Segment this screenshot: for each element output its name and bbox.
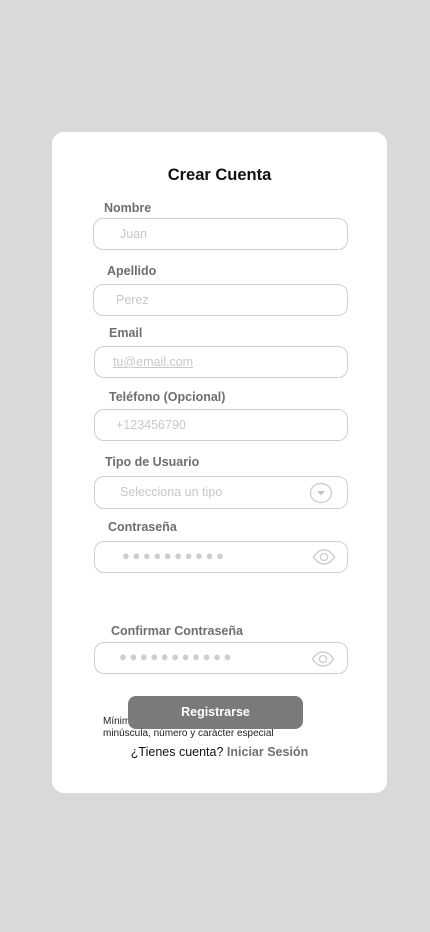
apellido-field[interactable]: Perez [93, 284, 348, 316]
contrasena-masked-value: ●●●●●●●●●● [122, 548, 227, 563]
email-label: Email [109, 326, 143, 340]
eye-icon[interactable] [312, 549, 336, 565]
register-button[interactable]: Registrarse [128, 696, 303, 729]
tipo-usuario-label: Tipo de Usuario [105, 455, 200, 469]
chevron-down-icon[interactable] [309, 482, 333, 504]
nombre-label: Nombre [104, 201, 152, 215]
email-placeholder: tu@email.com [113, 355, 194, 369]
confirmar-contrasena-masked-value: ●●●●●●●●●●● [119, 649, 234, 664]
nombre-placeholder: Juan [120, 227, 148, 241]
register-card: Crear Cuenta Nombre Juan Apellido Perez … [52, 132, 387, 793]
telefono-placeholder: +123456790 [116, 418, 186, 432]
eye-icon[interactable] [311, 651, 335, 667]
nombre-field[interactable]: Juan [93, 218, 348, 250]
apellido-placeholder: Perez [116, 293, 149, 307]
email-field[interactable]: tu@email.com [94, 346, 348, 378]
contrasena-field[interactable]: ●●●●●●●●●● [94, 541, 348, 573]
telefono-field[interactable]: +123456790 [94, 409, 348, 441]
tipo-usuario-value: Selecciona un tipo [120, 485, 223, 499]
confirmar-contrasena-field[interactable]: ●●●●●●●●●●● [94, 642, 348, 674]
telefono-label: Teléfono (Opcional) [109, 390, 226, 404]
page-title: Crear Cuenta [167, 166, 272, 184]
login-link[interactable]: Iniciar Sesión [227, 745, 308, 759]
login-prompt: ¿Tienes cuenta? Iniciar Sesión [52, 745, 387, 759]
tipo-usuario-select[interactable]: Selecciona un tipo [94, 476, 348, 509]
confirmar-contrasena-label: Confirmar Contraseña [111, 624, 243, 638]
apellido-label: Apellido [107, 264, 157, 278]
login-prompt-text: ¿Tienes cuenta? [130, 745, 224, 759]
contrasena-label: Contraseña [108, 520, 177, 534]
